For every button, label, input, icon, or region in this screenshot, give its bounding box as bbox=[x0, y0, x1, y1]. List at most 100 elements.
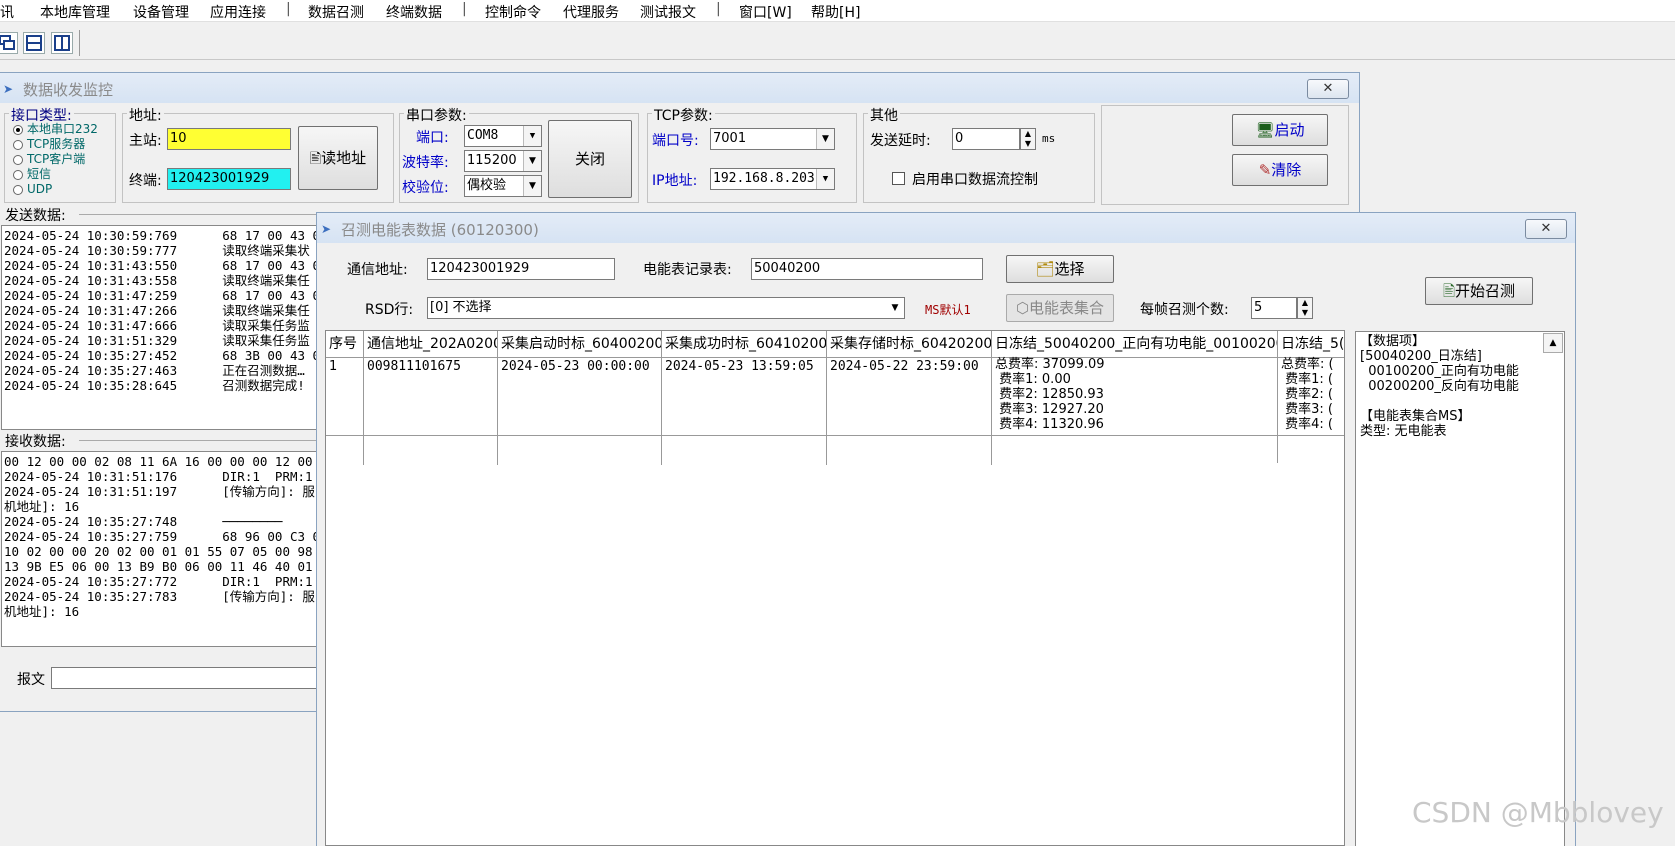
radio-icon bbox=[13, 154, 23, 165]
iface-option-tcp-client[interactable]: TCP客户端 bbox=[13, 152, 98, 167]
close-port-button[interactable]: 关闭 bbox=[548, 120, 632, 198]
master-input[interactable]: 10 bbox=[167, 128, 291, 150]
menu-separator: | bbox=[286, 1, 291, 17]
menu-comm[interactable]: 讯 bbox=[0, 2, 14, 22]
table-cell[interactable]: 2024-05-23 00:00:00 bbox=[498, 357, 662, 465]
scroll-up-icon[interactable]: ▲ bbox=[1543, 333, 1563, 353]
meter-record-input[interactable]: 50040200 bbox=[751, 258, 983, 280]
meter-data-table[interactable]: 序号 通信地址_202A0200 采集启动时标_60400200 采集成功时标_… bbox=[325, 330, 1345, 846]
menu-app-conn[interactable]: 应用连接 bbox=[210, 2, 266, 22]
read-address-button[interactable]: 🖹读地址 bbox=[298, 126, 378, 190]
log-line: 2024-05-24 10:35:27:772 DIR:1 PRM:1 bbox=[4, 574, 313, 589]
start-button[interactable]: 🖥启动 bbox=[1232, 114, 1328, 146]
iface-option-tcp-server[interactable]: TCP服务器 bbox=[13, 137, 98, 152]
radio-icon bbox=[13, 184, 23, 195]
message-input[interactable] bbox=[51, 667, 331, 689]
table-cell[interactable]: 2024-05-23 13:59:05 bbox=[662, 357, 827, 465]
menu-proxy[interactable]: 代理服务 bbox=[563, 2, 619, 22]
column-header[interactable]: 日冻结_5( bbox=[1278, 331, 1344, 357]
other-group-label: 其他 bbox=[868, 105, 900, 125]
column-header[interactable]: 采集存储时标_60420200 bbox=[827, 331, 992, 357]
terminal-input[interactable]: 120423001929 bbox=[167, 168, 291, 190]
close-icon[interactable]: ✕ bbox=[1307, 79, 1349, 99]
log-line: 10 02 00 00 20 02 00 01 01 55 07 05 00 9… bbox=[4, 544, 313, 559]
recv-log[interactable]: 00 12 00 00 02 08 11 6A 16 00 00 00 12 0… bbox=[1, 451, 321, 647]
delay-unit: ms bbox=[1042, 132, 1056, 145]
per-frame-input[interactable]: 5 bbox=[1251, 297, 1297, 319]
flow-control-checkbox[interactable] bbox=[892, 172, 905, 185]
rsd-label: RSD行: bbox=[365, 302, 414, 318]
column-header[interactable]: 采集启动时标_60400200 bbox=[498, 331, 662, 357]
menu-control[interactable]: 控制命令 bbox=[485, 2, 541, 22]
chevron-down-icon: ▼ bbox=[886, 298, 904, 318]
chevron-down-icon: ▼ bbox=[523, 151, 541, 171]
spinner-arrows-icon[interactable]: ▲ ▼ bbox=[1020, 128, 1036, 150]
table-cell[interactable]: 总费率: ( 费率1: ( 费率2: ( 费率3: ( 费率4: ( bbox=[1278, 355, 1344, 463]
log-line: 2024-05-24 10:31:43:558 读取终端采集任 bbox=[4, 273, 310, 288]
watermark: CSDN @Mbblovey bbox=[1412, 796, 1664, 829]
baud-select[interactable]: 115200 ▼ bbox=[464, 150, 542, 172]
read-address-icon: 🖹 bbox=[309, 151, 322, 167]
log-line: 2024-05-24 10:31:47:259 68 17 00 43 05 bbox=[4, 288, 321, 303]
column-header[interactable]: 序号 bbox=[326, 331, 364, 357]
close-icon[interactable]: ✕ bbox=[1525, 219, 1567, 239]
table-cell[interactable]: 总费率: 37099.09 费率1: 0.00 费率2: 12850.93 费率… bbox=[992, 355, 1278, 463]
chevron-down-icon: ▼ bbox=[816, 169, 834, 189]
rsd-select[interactable]: [0] 不选择 ▼ bbox=[427, 297, 905, 319]
terminal-label: 终端: bbox=[129, 173, 162, 189]
iface-option-udp[interactable]: UDP bbox=[13, 182, 98, 197]
menu-window[interactable]: 窗口[W] bbox=[739, 2, 792, 22]
radio-icon bbox=[13, 139, 23, 150]
master-label: 主站: bbox=[129, 133, 162, 149]
meter-set-button[interactable]: ⬡电能表集合 bbox=[1006, 294, 1114, 322]
table-cell[interactable]: 1 bbox=[326, 357, 364, 465]
menu-help[interactable]: 帮助[H] bbox=[811, 2, 860, 22]
column-header[interactable]: 日冻结_50040200_正向有功电能_00100200 bbox=[992, 331, 1278, 357]
select-button[interactable]: 🗂选择 bbox=[1006, 255, 1114, 283]
message-label: 报文 bbox=[17, 672, 45, 688]
query-icon: 🖹 bbox=[1442, 282, 1456, 300]
row-divider bbox=[326, 435, 1344, 436]
log-line: 2024-05-24 10:35:28:645 召测数据完成! bbox=[4, 378, 305, 393]
comm-addr-input[interactable]: 120423001929 bbox=[427, 258, 615, 280]
tile-horizontal-icon[interactable] bbox=[23, 32, 45, 54]
menu-test-msg[interactable]: 测试报文 bbox=[640, 2, 696, 22]
column-header[interactable]: 通信地址_202A0200 bbox=[364, 331, 498, 357]
spinner-arrows-icon[interactable]: ▲ ▼ bbox=[1297, 297, 1313, 319]
log-line: 00 12 00 00 02 08 11 6A 16 00 00 00 12 0… bbox=[4, 454, 313, 469]
baud-label: 波特率: bbox=[402, 155, 449, 171]
menu-device[interactable]: 设备管理 bbox=[133, 2, 189, 22]
send-log[interactable]: 2024-05-24 10:30:59:769 68 17 00 43 05 20… bbox=[1, 225, 321, 430]
clear-button[interactable]: ✎清除 bbox=[1232, 154, 1328, 186]
column-header[interactable]: 采集成功时标_60410200 bbox=[662, 331, 827, 357]
log-line: 2024-05-24 10:31:51:176 DIR:1 PRM:1 bbox=[4, 469, 313, 484]
iface-option-sms[interactable]: 短信 bbox=[13, 167, 98, 182]
ip-select[interactable]: 192.168.8.203 ▼ bbox=[710, 168, 835, 190]
start-query-button[interactable]: 🖹开始召测 bbox=[1425, 277, 1533, 305]
parity-select[interactable]: 偶校验 ▼ bbox=[464, 175, 542, 197]
port-select[interactable]: COM8 ▼ bbox=[464, 125, 542, 147]
table-cell[interactable]: 009811101675 bbox=[364, 357, 498, 465]
chevron-down-icon: ▼ bbox=[523, 126, 541, 146]
tcp-port-select[interactable]: 7001 ▼ bbox=[710, 128, 835, 150]
menu-local-db[interactable]: 本地库管理 bbox=[40, 2, 110, 22]
cascade-icon[interactable] bbox=[0, 32, 18, 54]
data-item-panel: 【数据项】 [50040200_日冻结] 00100200_正向有功电能 002… bbox=[1355, 331, 1565, 846]
log-line: 2024-05-24 10:31:43:550 68 17 00 43 05 bbox=[4, 258, 321, 273]
table-cell[interactable]: 2024-05-22 23:59:00 bbox=[827, 357, 992, 465]
tile-vertical-icon[interactable] bbox=[51, 32, 73, 54]
log-line: 2024-05-24 10:35:27:783 [传输方向]: 服 bbox=[4, 589, 315, 604]
menu-data-query[interactable]: 数据召测 bbox=[308, 2, 364, 22]
menu-terminal-data[interactable]: 终端数据 bbox=[386, 2, 442, 22]
log-line: 2024-05-24 10:31:51:329 读取采集任务监 bbox=[4, 333, 310, 348]
divider bbox=[79, 440, 319, 441]
query-title: 召测电能表数据 (60120300) bbox=[341, 221, 539, 239]
ms-default-label: MS默认1 bbox=[925, 303, 971, 317]
tcp-port-label: 端口号: bbox=[652, 133, 699, 149]
log-line: 13 9B E5 06 00 13 B9 B0 06 00 11 46 40 0… bbox=[4, 559, 313, 574]
delay-input[interactable]: 0 bbox=[952, 128, 1020, 150]
flow-control-label: 启用串口数据流控制 bbox=[912, 172, 1038, 188]
menu-bar: 讯 本地库管理 设备管理 应用连接 | 数据召测 终端数据 | 控制命令 代理服… bbox=[0, 0, 1675, 22]
menu-separator: | bbox=[716, 1, 721, 17]
iface-option-serial[interactable]: 本地串口232 bbox=[13, 122, 98, 137]
